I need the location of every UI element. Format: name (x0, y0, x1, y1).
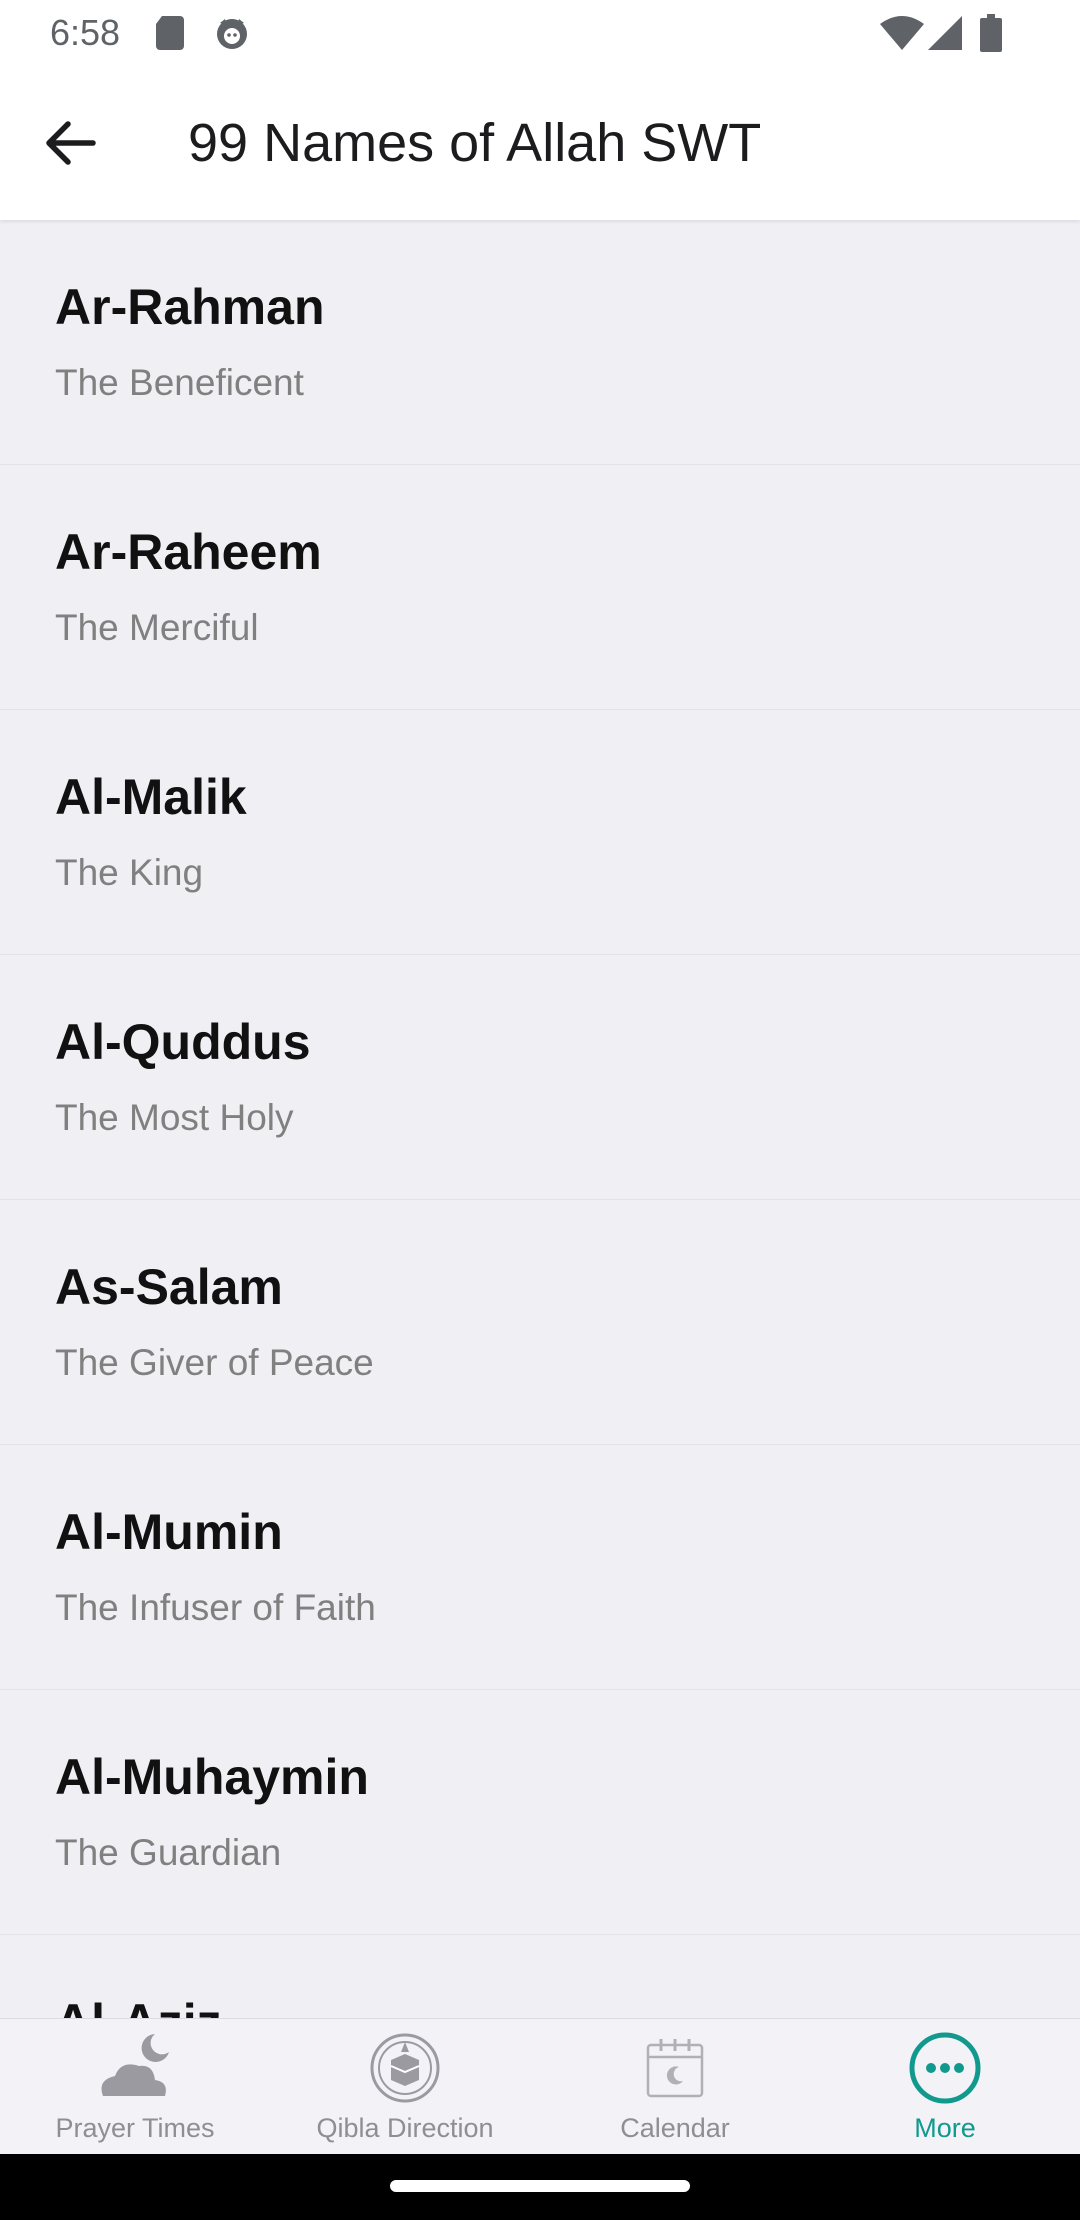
nav-qibla-direction[interactable]: Qibla Direction (270, 2019, 540, 2155)
cat-notification-icon (214, 15, 250, 56)
list-item[interactable]: Al-Aziz (0, 1935, 1080, 2018)
more-dots-icon (904, 2027, 986, 2109)
name-title: Al-Aziz (55, 1993, 222, 2018)
nav-more[interactable]: More (810, 2019, 1080, 2155)
bottom-nav: Prayer Times Qibla Direction Calendar Mo… (0, 2018, 1080, 2154)
name-meaning: The King (55, 852, 204, 893)
list-item[interactable]: Ar-Rahman The Beneficent (0, 220, 1080, 465)
wifi-icon (880, 16, 924, 55)
list-item[interactable]: As-Salam The Giver of Peace (0, 1200, 1080, 1445)
name-title: Al-Malik (55, 769, 247, 825)
arrow-left-icon (46, 120, 96, 170)
list-item[interactable]: Al-Quddus The Most Holy (0, 955, 1080, 1200)
name-title: Al-Muhaymin (55, 1749, 369, 1805)
name-title: As-Salam (55, 1259, 283, 1315)
sd-card-icon (156, 16, 184, 55)
page-title: 99 Names of Allah SWT (188, 113, 762, 173)
nav-label: Calendar (620, 2113, 730, 2143)
name-meaning: The Merciful (55, 607, 259, 648)
nav-label: More (914, 2113, 976, 2143)
name-title: Ar-Rahman (55, 279, 325, 335)
name-meaning: The Infuser of Faith (55, 1587, 376, 1628)
nav-label: Prayer Times (55, 2113, 215, 2143)
status-bar: 6:58 (0, 0, 1080, 66)
name-meaning: The Giver of Peace (55, 1342, 374, 1383)
screen: 6:58 99 Names of Allah SWT Ar-Rahman The (0, 0, 1080, 2220)
name-title: Al-Mumin (55, 1504, 283, 1560)
moon-cloud-icon (94, 2027, 176, 2109)
signal-icon (928, 16, 962, 55)
app-bar: 99 Names of Allah SWT (0, 66, 1080, 220)
home-gesture-handle[interactable] (390, 2180, 690, 2192)
status-time: 6:58 (50, 12, 121, 53)
list-item[interactable]: Al-Mumin The Infuser of Faith (0, 1445, 1080, 1690)
calendar-icon (634, 2027, 716, 2109)
battery-icon (980, 14, 1002, 57)
back-button[interactable] (34, 108, 108, 182)
list-item[interactable]: Ar-Raheem The Merciful (0, 465, 1080, 710)
name-meaning: The Beneficent (55, 362, 304, 403)
nav-calendar[interactable]: Calendar (540, 2019, 810, 2155)
list-item[interactable]: Al-Muhaymin The Guardian (0, 1690, 1080, 1935)
nav-prayer-times[interactable]: Prayer Times (0, 2019, 270, 2155)
name-meaning: The Guardian (55, 1832, 282, 1873)
kaaba-compass-icon (364, 2027, 446, 2109)
name-title: Ar-Raheem (55, 524, 322, 580)
system-nav-bar (0, 2154, 1080, 2220)
name-meaning: The Most Holy (55, 1097, 294, 1138)
names-list[interactable]: Ar-Rahman The Beneficent Ar-Raheem The M… (0, 220, 1080, 2018)
name-title: Al-Quddus (55, 1014, 311, 1070)
list-item[interactable]: Al-Malik The King (0, 710, 1080, 955)
nav-label: Qibla Direction (316, 2113, 494, 2143)
